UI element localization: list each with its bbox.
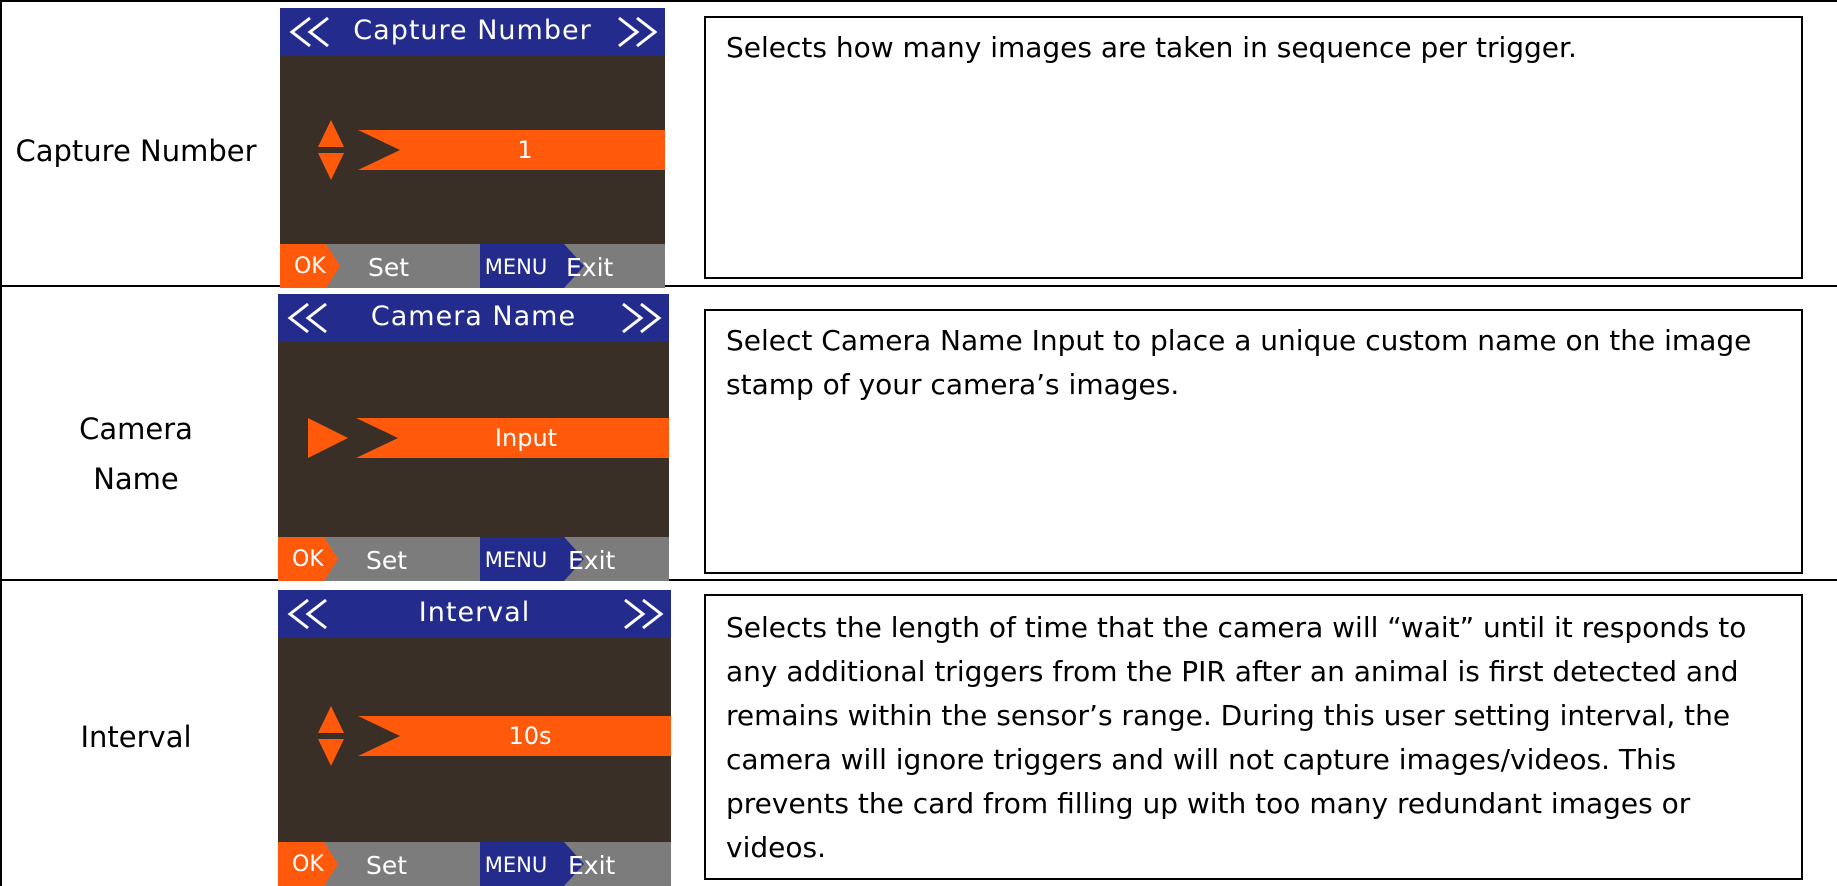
double-right-arrow-icon[interactable] <box>607 8 661 56</box>
set-label: Set <box>366 851 408 880</box>
set-label: Set <box>366 546 408 575</box>
screen-header: Camera Name <box>278 294 669 342</box>
menu-key-label: MENU <box>484 548 548 572</box>
row-label-interval: Interval <box>80 720 192 754</box>
interval-description-box: Selects the length of time that the came… <box>704 594 1803 880</box>
screen-title: Camera Name <box>370 301 577 332</box>
screen-footer: OK Set MENU Exit <box>280 244 665 288</box>
row-label-capture-number: Capture Number <box>15 134 257 168</box>
capture-number-description-box: Selects how many images are taken in seq… <box>704 16 1803 279</box>
screen-header: Interval <box>278 590 671 638</box>
selected-value: 10s <box>508 722 552 750</box>
screen-footer: OK Set MENU Exit <box>278 537 669 581</box>
selected-value: Input <box>494 424 558 452</box>
capture-number-screen: Capture Number 1 OK Set MENU Exit <box>280 8 665 288</box>
exit-label: Exit <box>568 851 616 880</box>
camera-name-description-box: Select Camera Name Input to place a uniq… <box>704 309 1803 574</box>
double-left-arrow-icon[interactable] <box>284 294 338 342</box>
camera-name-screen: Camera Name Input OK Set MENU Exit <box>278 294 669 581</box>
exit-label: Exit <box>568 546 616 575</box>
interval-description: Selects the length of time that the came… <box>726 611 1747 864</box>
screen-title: Interval <box>418 597 531 628</box>
ok-key-label: OK <box>292 547 324 572</box>
double-left-arrow-icon[interactable] <box>286 8 340 56</box>
selected-value: 1 <box>517 136 533 164</box>
ok-key-label: OK <box>294 254 326 279</box>
up-down-arrow-icon[interactable] <box>318 120 344 180</box>
menu-key-label: MENU <box>484 255 548 279</box>
table-divider-2 <box>0 579 1837 581</box>
row-label-camera-name: Camera Name <box>79 412 193 496</box>
menu-key-label: MENU <box>484 853 548 877</box>
ok-key-label: OK <box>292 852 324 877</box>
screen-header: Capture Number <box>280 8 665 56</box>
table-divider-1 <box>0 285 1837 287</box>
screen-footer: OK Set MENU Exit <box>278 842 671 886</box>
up-down-arrow-icon[interactable] <box>318 706 344 766</box>
camera-name-description: Select Camera Name Input to place a uniq… <box>726 324 1752 401</box>
double-right-arrow-icon[interactable] <box>611 294 665 342</box>
right-arrow-icon[interactable] <box>308 418 348 458</box>
set-label: Set <box>368 253 410 282</box>
capture-number-description: Selects how many images are taken in seq… <box>726 31 1577 64</box>
screen-title: Capture Number <box>353 15 592 46</box>
table-border-top <box>0 0 1837 2</box>
double-left-arrow-icon[interactable] <box>284 590 338 638</box>
interval-screen: Interval 10s OK Set MENU Exit <box>278 590 671 886</box>
double-right-arrow-icon[interactable] <box>613 590 667 638</box>
exit-label: Exit <box>566 253 614 282</box>
